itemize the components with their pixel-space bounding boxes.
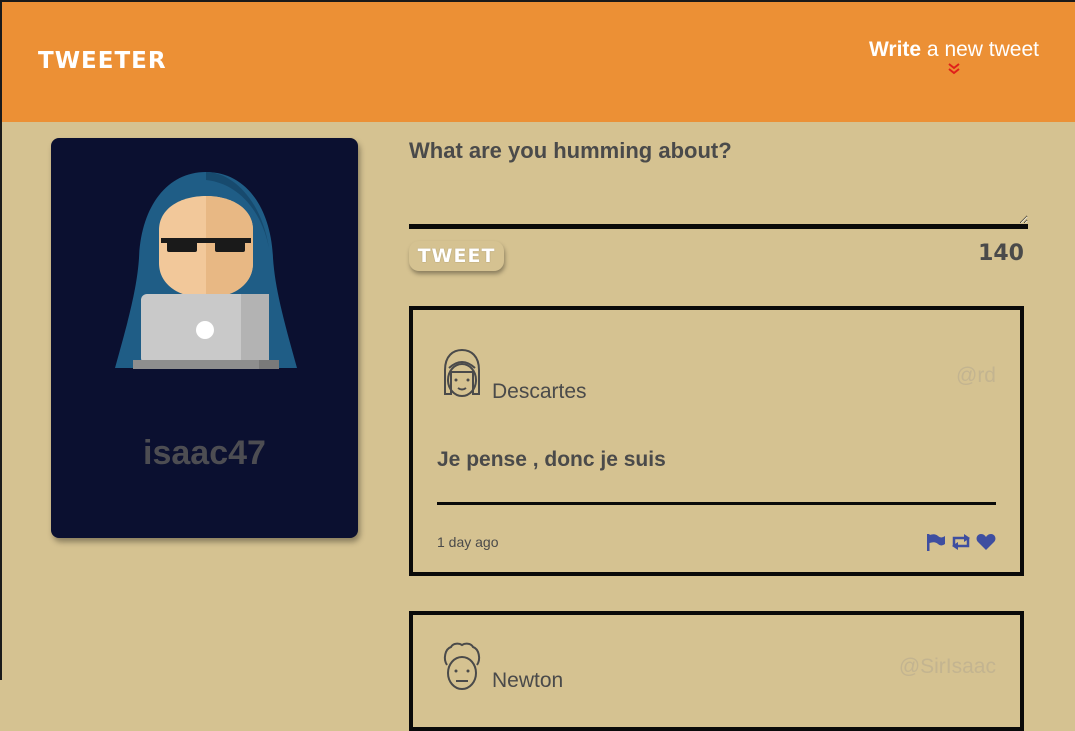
top-nav: TWEETER Write a new tweet xyxy=(0,2,1075,122)
double-chevron-down-icon xyxy=(948,63,960,75)
heart-icon[interactable] xyxy=(976,533,996,556)
tweet-author-name: Descartes xyxy=(492,380,587,403)
compose-prompt: What are you humming about? xyxy=(409,138,732,163)
flag-icon[interactable] xyxy=(926,533,946,556)
character-counter: 140 xyxy=(978,241,1024,266)
tweet-button[interactable]: TWEET xyxy=(409,241,504,271)
brand-logo[interactable]: TWEETER xyxy=(38,48,167,74)
tweet-textarea[interactable] xyxy=(409,174,1028,229)
user-avatar-icon xyxy=(444,348,480,397)
compose-toggle-bold: Write xyxy=(868,38,922,61)
hacker-avatar-icon xyxy=(115,172,297,369)
tweet-actions xyxy=(926,533,996,556)
retweet-icon[interactable] xyxy=(950,533,972,556)
compose-toggle-text: a new tweet xyxy=(921,38,1039,61)
profile-username: isaac47 xyxy=(143,434,266,472)
tweet-author-handle: @SirIsaac xyxy=(898,655,996,678)
page-border xyxy=(0,122,2,680)
tweet-author-handle: @rd xyxy=(956,364,996,387)
profile-card: isaac47 xyxy=(51,138,358,538)
tweet-card: Newton @SirIsaac xyxy=(409,611,1024,731)
tweet-timestamp: 1 day ago xyxy=(437,534,499,550)
tweet-text: Je pense , donc je suis xyxy=(437,448,666,471)
tweet-card: Descartes @rd Je pense , donc je suis 1 … xyxy=(409,306,1024,576)
tweet-divider xyxy=(437,502,996,505)
tweet-author-name: Newton xyxy=(492,669,564,692)
write-new-tweet-toggle[interactable]: Write a new tweet xyxy=(869,38,1039,76)
user-avatar-icon xyxy=(443,642,481,690)
